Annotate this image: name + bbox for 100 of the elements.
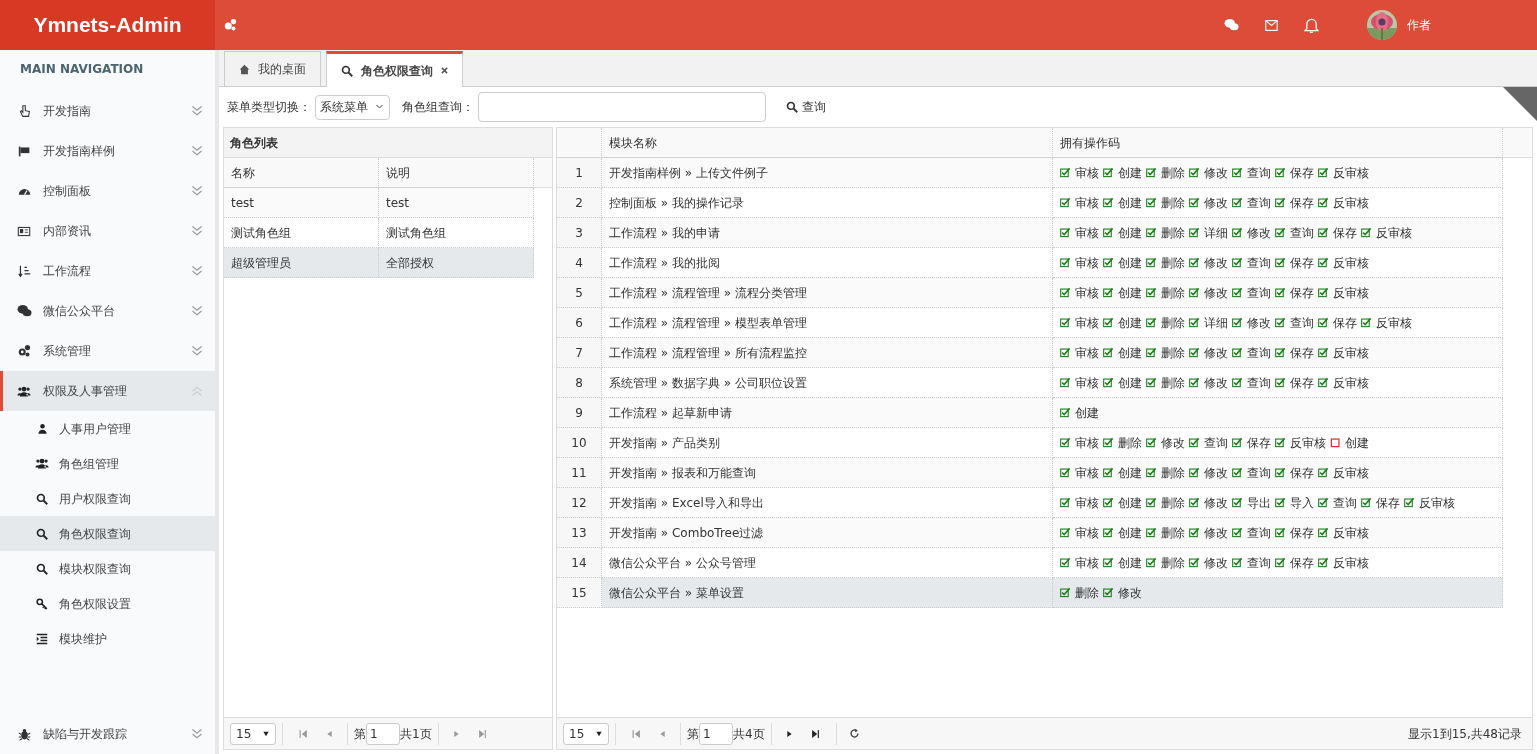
- sidebar-subitem[interactable]: 角色权限设置: [0, 586, 215, 621]
- mail-icon[interactable]: [1263, 18, 1280, 32]
- chevron-down-icon: [191, 145, 203, 157]
- table-cell[interactable]: 全部授权: [379, 248, 534, 278]
- sidebar-item[interactable]: 微信公众平台: [0, 291, 215, 331]
- operation-label: 查询: [1247, 164, 1271, 182]
- operation-label: 审核: [1075, 224, 1099, 242]
- row-number: 11: [557, 458, 602, 488]
- search-button[interactable]: 查询: [786, 98, 826, 116]
- page-size-select[interactable]: 15: [230, 722, 276, 745]
- row-number: 13: [557, 518, 602, 548]
- chat-icon[interactable]: [1224, 18, 1239, 32]
- table-cell[interactable]: 工作流程 » 流程管理 » 所有流程监控: [602, 338, 1053, 368]
- field-label: 菜单类型切换：: [227, 99, 311, 116]
- refresh-icon[interactable]: [848, 728, 860, 739]
- operation-label: 修改: [1204, 344, 1228, 362]
- user-name[interactable]: 作者: [1407, 16, 1431, 34]
- search-icon: [341, 64, 353, 77]
- tab[interactable]: 我的桌面: [224, 51, 321, 86]
- sidebar-item[interactable]: 缺陷与开发跟踪: [0, 714, 215, 754]
- operation-label: 保存: [1290, 554, 1314, 572]
- caret-down-icon: [595, 730, 603, 737]
- table-cell[interactable]: test: [224, 188, 379, 218]
- sidebar-item[interactable]: 开发指南: [0, 91, 215, 131]
- bell-icon[interactable]: [1304, 17, 1319, 33]
- app-logo[interactable]: Ymnets-Admin: [0, 0, 215, 50]
- operation-label: 详细: [1204, 224, 1228, 242]
- search-field[interactable]: [478, 92, 766, 122]
- users-icon: [35, 457, 49, 470]
- operation-label: 查询: [1247, 554, 1271, 572]
- table-cell[interactable]: 开发指南 » ComboTree过滤: [602, 518, 1053, 548]
- operation-label: 修改: [1204, 164, 1228, 182]
- sidebar-item[interactable]: 开发指南样例: [0, 131, 215, 171]
- table-cell[interactable]: 工作流程 » 我的申请: [602, 218, 1053, 248]
- gears-icon: [17, 344, 31, 358]
- table-cell[interactable]: 开发指南 » 报表和万能查询: [602, 458, 1053, 488]
- row-number: 4: [557, 248, 602, 278]
- page-size-select[interactable]: 15: [563, 722, 609, 745]
- operation-label: 删除: [1161, 524, 1185, 542]
- sidebar-item[interactable]: 工作流程: [0, 251, 215, 291]
- operation-label: 保存: [1290, 464, 1314, 482]
- operation-label: 反审核: [1333, 464, 1369, 482]
- sidebar-subitem[interactable]: 人事用户管理: [0, 411, 215, 446]
- sidebar-item[interactable]: 内部资讯: [0, 211, 215, 251]
- table-cell[interactable]: 工作流程 » 流程管理 » 流程分类管理: [602, 278, 1053, 308]
- first-page-icon[interactable]: [299, 728, 308, 739]
- settings-button[interactable]: [223, 18, 237, 32]
- operation-label: 删除: [1161, 344, 1185, 362]
- table-cell[interactable]: 超级管理员: [224, 248, 379, 278]
- sidebar-subitem[interactable]: 模块维护: [0, 621, 215, 656]
- sidebar-subitem[interactable]: 用户权限查询: [0, 481, 215, 516]
- operation-label: 修改: [1247, 224, 1271, 242]
- chevron-down-icon: [191, 225, 203, 237]
- operation-label: 创建: [1118, 194, 1142, 212]
- row-number: 7: [557, 338, 602, 368]
- last-page-icon[interactable]: [810, 728, 820, 739]
- sidebar-subitem[interactable]: 模块权限查询: [0, 551, 215, 586]
- operation-label: 反审核: [1333, 554, 1369, 572]
- sidebar-subitem[interactable]: 角色权限查询: [0, 516, 215, 551]
- previous-page-icon[interactable]: [659, 728, 666, 739]
- page-input[interactable]: 1: [366, 722, 400, 745]
- operation-label: 审核: [1075, 464, 1099, 482]
- tab[interactable]: 角色权限查询: [326, 51, 463, 87]
- table-cell[interactable]: 微信公众平台 » 菜单设置: [602, 578, 1053, 608]
- page-label: 第: [687, 725, 699, 743]
- close-button[interactable]: [441, 67, 448, 74]
- table-cell[interactable]: test: [379, 188, 534, 218]
- operation-label: 查询: [1247, 194, 1271, 212]
- operation-label: 保存: [1333, 224, 1357, 242]
- operation-label: 保存: [1290, 284, 1314, 302]
- operation-label: 创建: [1118, 554, 1142, 572]
- operation-label: 创建: [1118, 494, 1142, 512]
- operation-label: 查询: [1247, 254, 1271, 272]
- operation-label: 创建: [1118, 224, 1142, 242]
- next-page-icon[interactable]: [785, 728, 793, 739]
- previous-page-icon[interactable]: [326, 728, 333, 739]
- sort-icon: [17, 264, 31, 278]
- sidebar-item[interactable]: 系统管理: [0, 331, 215, 371]
- sidebar-subitem[interactable]: 角色组管理: [0, 446, 215, 481]
- operation-label: 审核: [1075, 164, 1099, 182]
- row-number: 14: [557, 548, 602, 578]
- sidebar-item[interactable]: 权限及人事管理: [0, 371, 215, 411]
- first-page-icon[interactable]: [632, 728, 641, 739]
- record-summary: 显示1到15,共48记录: [1408, 725, 1523, 743]
- operation-label: 删除: [1161, 554, 1185, 572]
- operation-label: 审核: [1075, 314, 1099, 332]
- table-cell[interactable]: 工作流程 » 起草新申请: [602, 398, 1053, 428]
- operation-label: 反审核: [1333, 254, 1369, 272]
- indent-icon: [35, 632, 49, 645]
- sidebar-item[interactable]: 控制面板: [0, 171, 215, 211]
- table-cell[interactable]: 开发指南样例 » 上传文件例子: [602, 158, 1053, 188]
- page-input[interactable]: 1: [699, 722, 733, 745]
- menu-type-select[interactable]: 系统菜单: [315, 94, 390, 120]
- operation-label: 删除: [1161, 224, 1185, 242]
- operation-label: 审核: [1075, 524, 1099, 542]
- operation-label: 反审核: [1333, 374, 1369, 392]
- operation-label: 反审核: [1419, 494, 1455, 512]
- operation-label: 查询: [1247, 464, 1271, 482]
- operation-label: 创建: [1118, 284, 1142, 302]
- operation-label: 反审核: [1333, 284, 1369, 302]
